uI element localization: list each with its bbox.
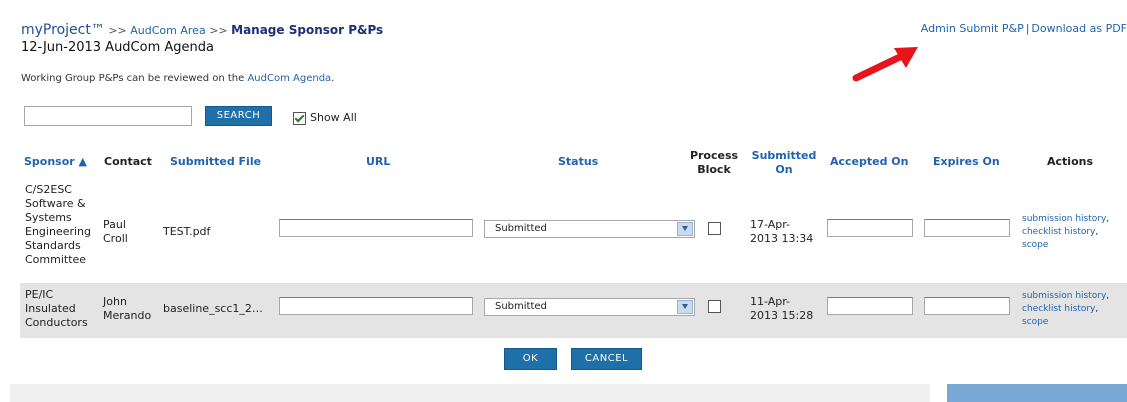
column-header-submitted-line2: On [775, 163, 793, 176]
expires-on-input[interactable] [924, 219, 1010, 237]
accepted-on-input[interactable] [827, 219, 913, 237]
sponsor-line: Systems [25, 211, 72, 224]
submitted-on-line: 11-Apr- [750, 295, 791, 308]
submitted-file-link[interactable]: TEST.pdf [163, 225, 210, 239]
column-header-sponsor[interactable]: Sponsor ▲ [24, 155, 87, 169]
column-header-submitted-line1: Submitted [751, 149, 817, 162]
download-pdf-link[interactable]: Download as PDF [1031, 22, 1127, 35]
status-select[interactable]: Submitted [484, 298, 695, 316]
column-header-accepted-on[interactable]: Accepted On [830, 155, 909, 169]
sponsor-line: Engineering [25, 225, 91, 238]
brand-link[interactable]: myProject™ [21, 22, 105, 38]
show-all-toggle[interactable]: Show All [293, 111, 357, 125]
breadcrumb: myProject™ >> AudCom Area >> Manage Spon… [21, 22, 383, 38]
column-header-submitted-file[interactable]: Submitted File [170, 155, 261, 169]
sponsor-cell: PE/IC Insulated Conductors [25, 288, 88, 330]
ok-button[interactable]: OK [504, 348, 557, 370]
actions-cell: submission history, checklist history, s… [1022, 291, 1110, 327]
sponsor-line: PE/IC [25, 288, 54, 301]
info-suffix: . [331, 73, 335, 84]
breadcrumb-separator: >> [108, 24, 127, 37]
cancel-button[interactable]: CANCEL [571, 348, 642, 370]
sponsor-line: Standards [25, 239, 81, 252]
admin-submit-link[interactable]: Admin Submit P&P [921, 22, 1024, 35]
column-header-process-block: Process Block [686, 149, 742, 177]
accepted-on-input[interactable] [827, 297, 913, 315]
contact-line: Merando [103, 309, 152, 322]
column-header-actions: Actions [1047, 155, 1093, 168]
submitted-on-line: 17-Apr- [750, 218, 791, 231]
column-header-status[interactable]: Status [558, 155, 598, 169]
column-header-process-line2: Block [697, 163, 731, 176]
footer-accent [947, 384, 1127, 402]
status-selected-value: Submitted [495, 301, 547, 312]
checklist-history-link[interactable]: checklist history [1022, 304, 1095, 314]
process-block-checkbox[interactable] [708, 300, 721, 313]
chevron-down-icon[interactable] [677, 222, 693, 236]
submitted-file-link[interactable]: baseline_scc1_2… [163, 302, 263, 316]
sponsor-line: Committee [25, 253, 87, 266]
checklist-history-link[interactable]: checklist history [1022, 227, 1095, 237]
audcom-agenda-link[interactable]: AudCom Agenda [247, 73, 331, 84]
sponsor-line: Software & [25, 197, 86, 210]
column-header-url[interactable]: URL [366, 155, 390, 169]
contact-cell: Paul Croll [103, 218, 128, 246]
expires-on-input[interactable] [924, 297, 1010, 315]
sponsor-cell: C/S2ESC Software & Systems Engineering S… [25, 183, 91, 267]
info-prefix: Working Group P&Ps can be reviewed on th… [21, 73, 248, 84]
column-header-process-line1: Process [689, 149, 739, 162]
show-all-label: Show All [310, 111, 357, 124]
actions-cell: submission history, checklist history, s… [1022, 214, 1110, 250]
submitted-on-line: 2013 15:28 [750, 309, 814, 322]
submitted-on-line: 2013 13:34 [750, 232, 814, 245]
info-text: Working Group P&Ps can be reviewed on th… [21, 73, 334, 84]
scope-link[interactable]: scope [1022, 317, 1048, 327]
contact-cell: John Merando [103, 295, 151, 323]
table-row: PE/IC Insulated Conductors John Merando … [20, 283, 1127, 338]
link-divider: | [1025, 22, 1030, 35]
sponsor-line: Insulated [25, 302, 76, 315]
sponsor-line: Conductors [25, 316, 88, 329]
column-header-contact: Contact [104, 155, 152, 168]
contact-line: Croll [103, 232, 128, 245]
column-header-expires-on[interactable]: Expires On [933, 155, 1000, 169]
breadcrumb-audcom-area[interactable]: AudCom Area [130, 24, 205, 37]
submission-history-link[interactable]: submission history [1022, 214, 1106, 224]
column-header-submitted-on[interactable]: Submitted On [750, 149, 818, 177]
scope-link[interactable]: scope [1022, 240, 1048, 250]
submission-history-link[interactable]: submission history [1022, 291, 1106, 301]
chevron-down-icon[interactable] [677, 300, 693, 314]
contact-line: Paul [103, 218, 126, 231]
table-row: C/S2ESC Software & Systems Engineering S… [20, 178, 1127, 282]
sponsor-line: C/S2ESC [25, 183, 72, 196]
submitted-on-cell: 17-Apr- 2013 13:34 [750, 218, 813, 246]
url-input[interactable] [279, 219, 473, 237]
status-select[interactable]: Submitted [484, 220, 695, 238]
breadcrumb-current: Manage Sponsor P&Ps [231, 23, 384, 37]
status-selected-value: Submitted [495, 223, 547, 234]
top-links: Admin Submit P&P | Download as PDF [921, 22, 1127, 35]
breadcrumb-separator: >> [209, 24, 228, 37]
show-all-checkbox[interactable] [293, 111, 306, 125]
search-input[interactable] [24, 106, 192, 126]
red-arrow-icon [852, 47, 918, 82]
footer-band [10, 384, 930, 402]
process-block-checkbox[interactable] [708, 222, 721, 235]
submitted-on-cell: 11-Apr- 2013 15:28 [750, 295, 813, 323]
page-title: 12-Jun-2013 AudCom Agenda [21, 40, 214, 55]
url-input[interactable] [279, 297, 473, 315]
search-button[interactable]: SEARCH [205, 106, 272, 126]
contact-line: John [103, 295, 127, 308]
